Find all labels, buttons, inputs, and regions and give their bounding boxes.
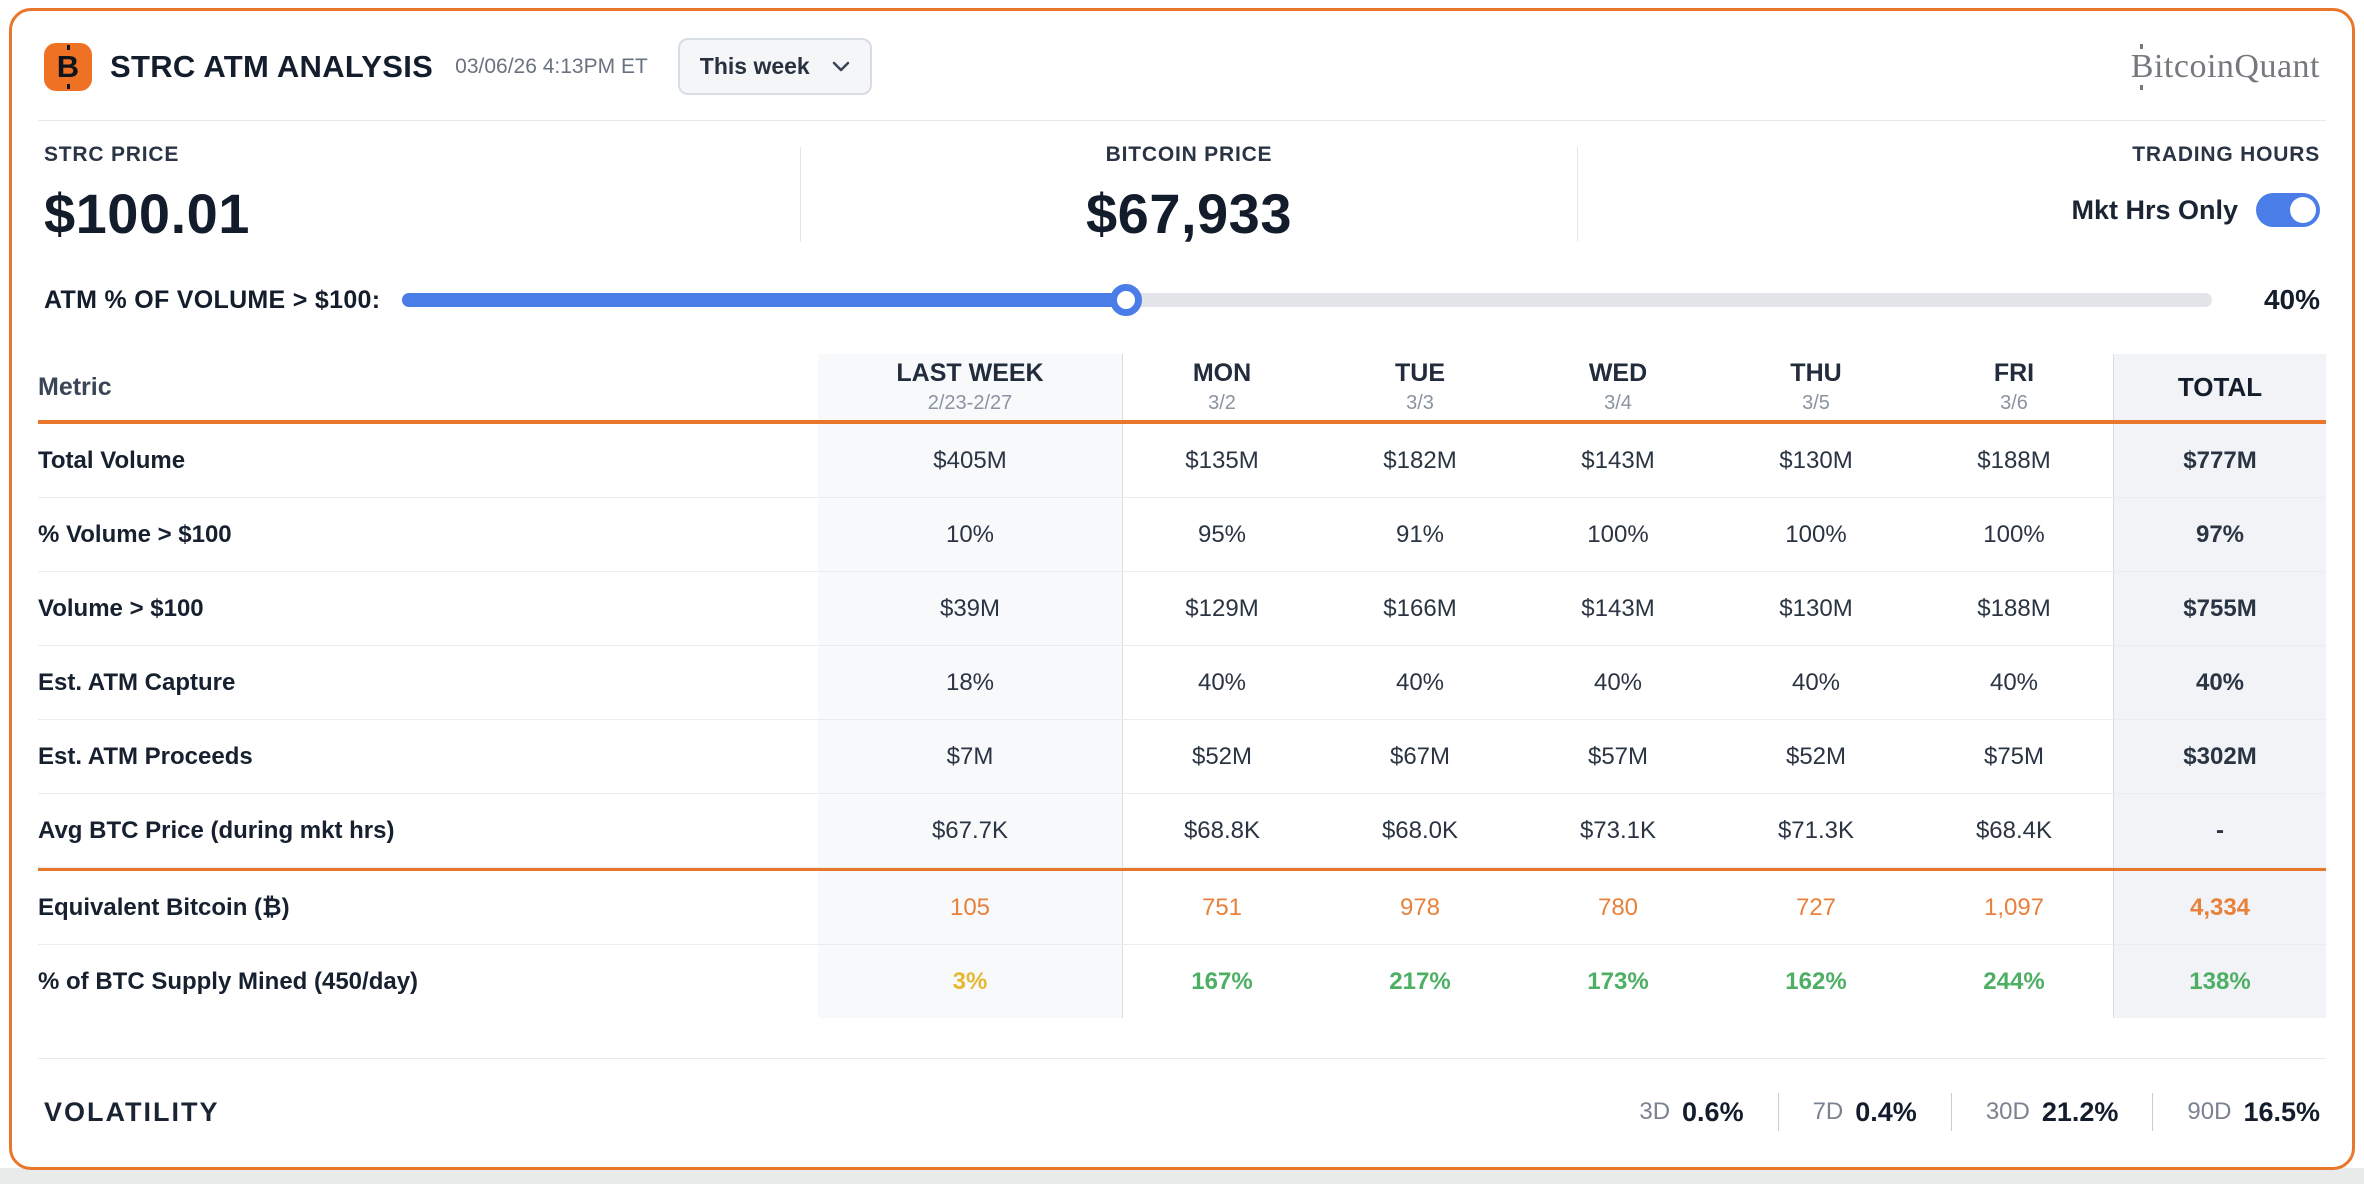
period-dropdown-value: This week (700, 53, 810, 80)
strc-price-label: STRC PRICE (44, 143, 800, 167)
table-body: Total Volume $405M $135M $182M $143M $13… (38, 424, 2326, 1018)
table-row-total-volume: Total Volume $405M $135M $182M $143M $13… (38, 424, 2326, 498)
strc-atm-analysis-card: B STRC ATM ANALYSIS 03/06/26 4:13PM ET T… (9, 8, 2355, 1170)
volatility-stat-3d: 3D 0.6% (1639, 1097, 1743, 1128)
trading-hours-label: TRADING HOURS (2132, 143, 2320, 167)
divider (1778, 1093, 1779, 1131)
table-row-avg-btc-price: Avg BTC Price (during mkt hrs) $67.7K $6… (38, 794, 2326, 868)
price-strip: STRC PRICE $100.01 BITCOIN PRICE $67,933… (38, 121, 2326, 270)
page-title: STRC ATM ANALYSIS (110, 49, 433, 85)
volatility-stats: 3D 0.6% 7D 0.4% 30D 21.2% 90D 16.5% (1639, 1093, 2320, 1131)
table-header-row: Metric LAST WEEK 2/23-2/27 MON 3/2 TUE 3… (38, 354, 2326, 424)
bitcoin-price-section: BITCOIN PRICE $67,933 (801, 143, 1577, 246)
slider-value: 40% (2240, 284, 2320, 316)
atm-percent-slider-row: ATM % OF VOLUME > $100: 40% (38, 270, 2326, 334)
table-row-atm-capture: Est. ATM Capture 18% 40% 40% 40% 40% 40%… (38, 646, 2326, 720)
column-header-tue: TUE 3/3 (1321, 354, 1519, 420)
atm-percent-slider[interactable] (402, 283, 2212, 317)
header: B STRC ATM ANALYSIS 03/06/26 4:13PM ET T… (38, 11, 2326, 121)
divider (2152, 1093, 2153, 1131)
trading-hours-section: TRADING HOURS Mkt Hrs Only (1578, 143, 2320, 246)
volatility-stat-7d: 7D 0.4% (1813, 1097, 1917, 1128)
column-header-thu: THU 3/5 (1717, 354, 1915, 420)
column-header-mon: MON 3/2 (1123, 354, 1321, 420)
bitcoin-price-value: $67,933 (1086, 181, 1292, 246)
metric-column-header: Metric (38, 354, 818, 420)
volatility-title: VOLATILITY (44, 1097, 220, 1128)
table-row-volume-over-100: Volume > $100 $39M $129M $166M $143M $13… (38, 572, 2326, 646)
slider-fill (402, 293, 1126, 307)
column-header-fri: FRI 3/6 (1915, 354, 2113, 420)
table-row-atm-proceeds: Est. ATM Proceeds $7M $52M $67M $57M $52… (38, 720, 2326, 794)
column-header-wed: WED 3/4 (1519, 354, 1717, 420)
mkt-hrs-toggle[interactable] (2256, 193, 2320, 227)
column-header-lastweek: LAST WEEK 2/23-2/27 (818, 354, 1123, 420)
slider-thumb[interactable] (1110, 284, 1142, 316)
chevron-down-icon (832, 61, 850, 73)
volatility-footer: VOLATILITY 3D 0.6% 7D 0.4% 30D 21.2% 90D… (38, 1058, 2326, 1167)
slider-label: ATM % OF VOLUME > $100: (44, 286, 380, 315)
metrics-table: Metric LAST WEEK 2/23-2/27 MON 3/2 TUE 3… (38, 354, 2326, 1018)
divider (1951, 1093, 1952, 1131)
table-row-equivalent-bitcoin: Equivalent Bitcoin (₿) 105 751 978 780 7… (38, 868, 2326, 945)
bitcoin-icon: B (44, 43, 92, 91)
strc-price-section: STRC PRICE $100.01 (44, 143, 800, 246)
table-row-supply-mined: % of BTC Supply Mined (450/day) 3% 167% … (38, 945, 2326, 1018)
timestamp: 03/06/26 4:13PM ET (455, 55, 648, 79)
column-header-total: TOTAL (2113, 354, 2326, 420)
volatility-stat-30d: 30D 21.2% (1986, 1097, 2119, 1128)
brand-logo: BitcoinQuant (2131, 48, 2320, 86)
period-dropdown[interactable]: This week (678, 38, 872, 95)
mkt-hrs-only-label: Mkt Hrs Only (2071, 195, 2238, 226)
table-row-pct-volume: % Volume > $100 10% 95% 91% 100% 100% 10… (38, 498, 2326, 572)
strc-price-value: $100.01 (44, 181, 800, 246)
bitcoin-price-label: BITCOIN PRICE (1106, 143, 1273, 167)
toggle-knob (2290, 197, 2316, 223)
volatility-stat-90d: 90D 16.5% (2187, 1097, 2320, 1128)
